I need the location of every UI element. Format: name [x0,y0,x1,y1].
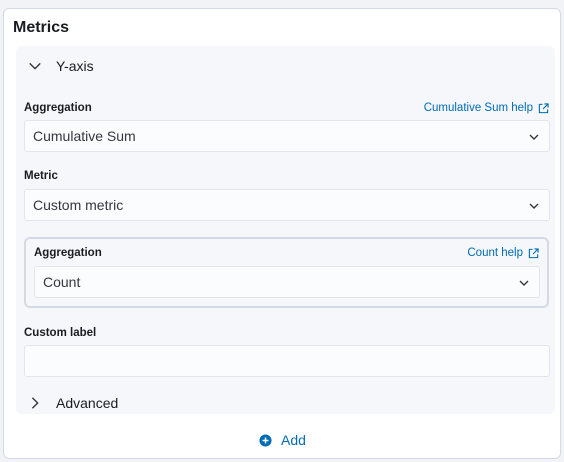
metric-select[interactable]: Custom metric [24,189,550,221]
custom-aggregation-label: Aggregation [34,247,102,259]
cumulative-sum-help-link[interactable]: Cumulative Sum help [424,102,549,114]
custom-metric-panel: Aggregation Count help Count [24,237,549,308]
external-link-icon [538,102,549,113]
count-help-text: Count help [467,247,523,259]
panel-title: Metrics [13,19,70,36]
aggregation-label: Aggregation [24,102,92,114]
advanced-accordion-label: Advanced [56,395,119,411]
custom-label-label: Custom label [24,327,97,339]
metric-select-value: Custom metric [33,197,124,213]
yaxis-section: Y-axis Aggregation Cumulative Sum help C… [16,46,555,414]
aggregation-select-value: Cumulative Sum [33,128,136,144]
yaxis-accordion-label: Y-axis [56,58,94,74]
add-metric-button[interactable]: Add [259,430,306,450]
chevron-right-icon [31,397,39,409]
plus-circle-icon [259,433,272,447]
metrics-panel: Metrics Y-axis Aggregation Cumulative Su… [3,8,561,459]
chevron-down-icon [529,203,539,209]
chevron-down-icon [519,280,529,286]
custom-aggregation-select[interactable]: Count [34,266,540,298]
aggregation-select[interactable]: Cumulative Sum [24,120,550,152]
advanced-accordion-toggle[interactable]: Advanced [28,393,118,413]
custom-label-input[interactable] [24,345,550,377]
cumulative-sum-help-text: Cumulative Sum help [423,102,533,114]
yaxis-accordion-toggle[interactable]: Y-axis [28,56,94,76]
chevron-down-icon [29,62,41,70]
external-link-icon [528,247,539,258]
add-label: Add [281,432,306,448]
count-help-link[interactable]: Count help [467,247,539,259]
chevron-down-icon [529,134,539,140]
metric-label: Metric [24,170,58,182]
custom-aggregation-select-value: Count [43,274,81,290]
